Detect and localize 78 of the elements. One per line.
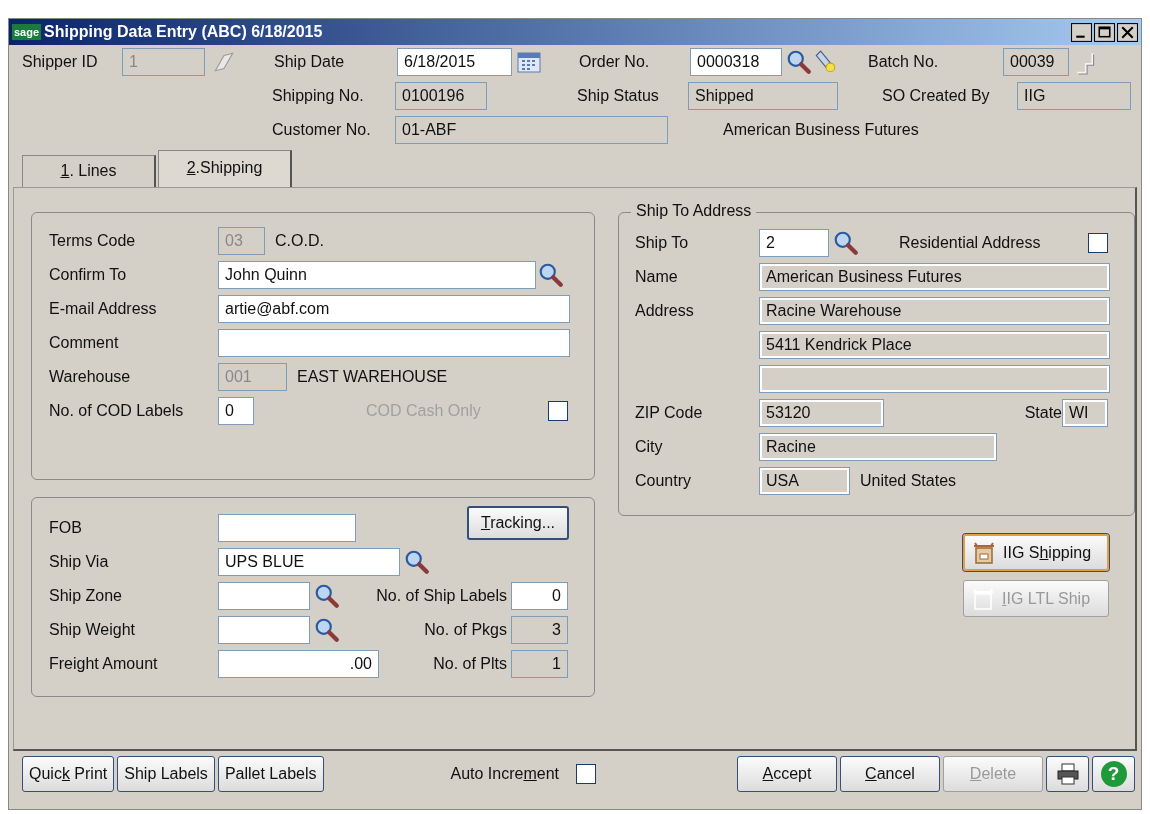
- field-label: Terms Code: [49, 232, 137, 250]
- input-field[interactable]: John Quinn: [218, 261, 536, 289]
- field-label: No. of Pkgs: [424, 621, 508, 639]
- input-field[interactable]: 0000318: [690, 48, 782, 76]
- search-icon[interactable]: [833, 230, 859, 256]
- app-logo: sage: [12, 24, 42, 40]
- field-label: Address: [635, 302, 695, 320]
- field-label: Ship Zone: [49, 587, 123, 605]
- field-label: Country: [635, 472, 693, 490]
- close-icon[interactable]: [1117, 22, 1138, 42]
- field-label: Batch No.: [868, 53, 940, 71]
- checkbox[interactable]: [1088, 233, 1108, 253]
- action-button[interactable]: Quick Print: [22, 756, 115, 792]
- calendar-icon[interactable]: [516, 49, 542, 75]
- tab[interactable]: 2.Shipping: [158, 150, 292, 187]
- group-title: Ship To Address: [631, 202, 757, 220]
- search-icon[interactable]: [314, 583, 340, 609]
- action-button[interactable]: Ship Labels: [117, 756, 215, 792]
- input-field[interactable]: 2: [759, 229, 829, 257]
- checkbox-label: Auto Increment: [450, 765, 559, 783]
- input-field[interactable]: UPS BLUE: [218, 548, 400, 576]
- field-label: Customer No.: [272, 121, 372, 139]
- maximize-icon[interactable]: [1094, 22, 1115, 42]
- input-field[interactable]: 0: [218, 397, 254, 425]
- search-icon[interactable]: [538, 262, 564, 288]
- field-label: Ship Weight: [49, 621, 136, 639]
- field-label: FOB: [49, 519, 83, 537]
- field-label: E-mail Address: [49, 300, 158, 318]
- box-icon: [970, 586, 996, 611]
- field-label: SO Created By: [882, 87, 991, 105]
- field-label: Name: [635, 268, 679, 286]
- input-field[interactable]: [218, 514, 356, 542]
- input-field[interactable]: [218, 616, 310, 644]
- minimize-icon[interactable]: [1071, 22, 1092, 42]
- tracking-button[interactable]: Tracking...: [467, 506, 569, 540]
- country-description: United States: [860, 472, 957, 490]
- field-label: City: [635, 438, 664, 456]
- search-icon[interactable]: [314, 617, 340, 643]
- printer-icon: [1055, 763, 1080, 785]
- field-label: ZIP Code: [635, 404, 704, 422]
- flashlight-icon[interactable]: [812, 49, 838, 75]
- field-label: Comment: [49, 334, 120, 352]
- checkbox-label: Residential Address: [899, 234, 1042, 252]
- checkbox[interactable]: [576, 764, 596, 784]
- search-icon[interactable]: [786, 49, 812, 75]
- field-label: State: [1024, 404, 1062, 422]
- input-field[interactable]: [218, 329, 570, 357]
- field-label: Order No.: [579, 53, 651, 71]
- field-label: Freight Amount: [49, 655, 159, 673]
- input-field[interactable]: [218, 582, 310, 610]
- action-button[interactable]: Pallet Labels: [217, 756, 324, 792]
- field-label: Shipping No.: [272, 87, 365, 105]
- date-field[interactable]: 6/18/2015: [397, 48, 512, 76]
- print-button[interactable]: [1046, 756, 1089, 792]
- ship-button[interactable]: IIG Shipping: [963, 534, 1109, 571]
- field-label: Warehouse: [49, 368, 132, 386]
- field-label: Ship To: [635, 234, 690, 252]
- field-label: Confirm To: [49, 266, 128, 284]
- field-label: No. of Plts: [433, 655, 508, 673]
- input-field[interactable]: artie@abf.com: [218, 295, 570, 323]
- search-icon[interactable]: [404, 549, 430, 575]
- window-title: Shipping Data Entry (ABC) 6/18/2015: [44, 23, 324, 41]
- warehouse-description: EAST WAREHOUSE: [297, 368, 448, 386]
- field-label: No. of COD Labels: [49, 402, 185, 420]
- input-field[interactable]: 0: [511, 582, 568, 610]
- customer-name: American Business Futures: [723, 121, 919, 139]
- help-button[interactable]: ?: [1092, 756, 1135, 792]
- field-label: Ship Via: [49, 553, 110, 571]
- field-label: No. of Ship Labels: [376, 587, 508, 605]
- box-icon: [971, 540, 997, 565]
- field-label: Ship Status: [577, 87, 660, 105]
- terms-description: C.O.D.: [275, 232, 324, 250]
- action-button[interactable]: Accept: [737, 756, 837, 792]
- input-field[interactable]: .00: [218, 650, 379, 678]
- tab[interactable]: 1. Lines: [22, 155, 156, 187]
- action-button[interactable]: Cancel: [840, 756, 940, 792]
- field-label: Shipper ID: [22, 53, 99, 71]
- field-label: Ship Date: [274, 53, 346, 71]
